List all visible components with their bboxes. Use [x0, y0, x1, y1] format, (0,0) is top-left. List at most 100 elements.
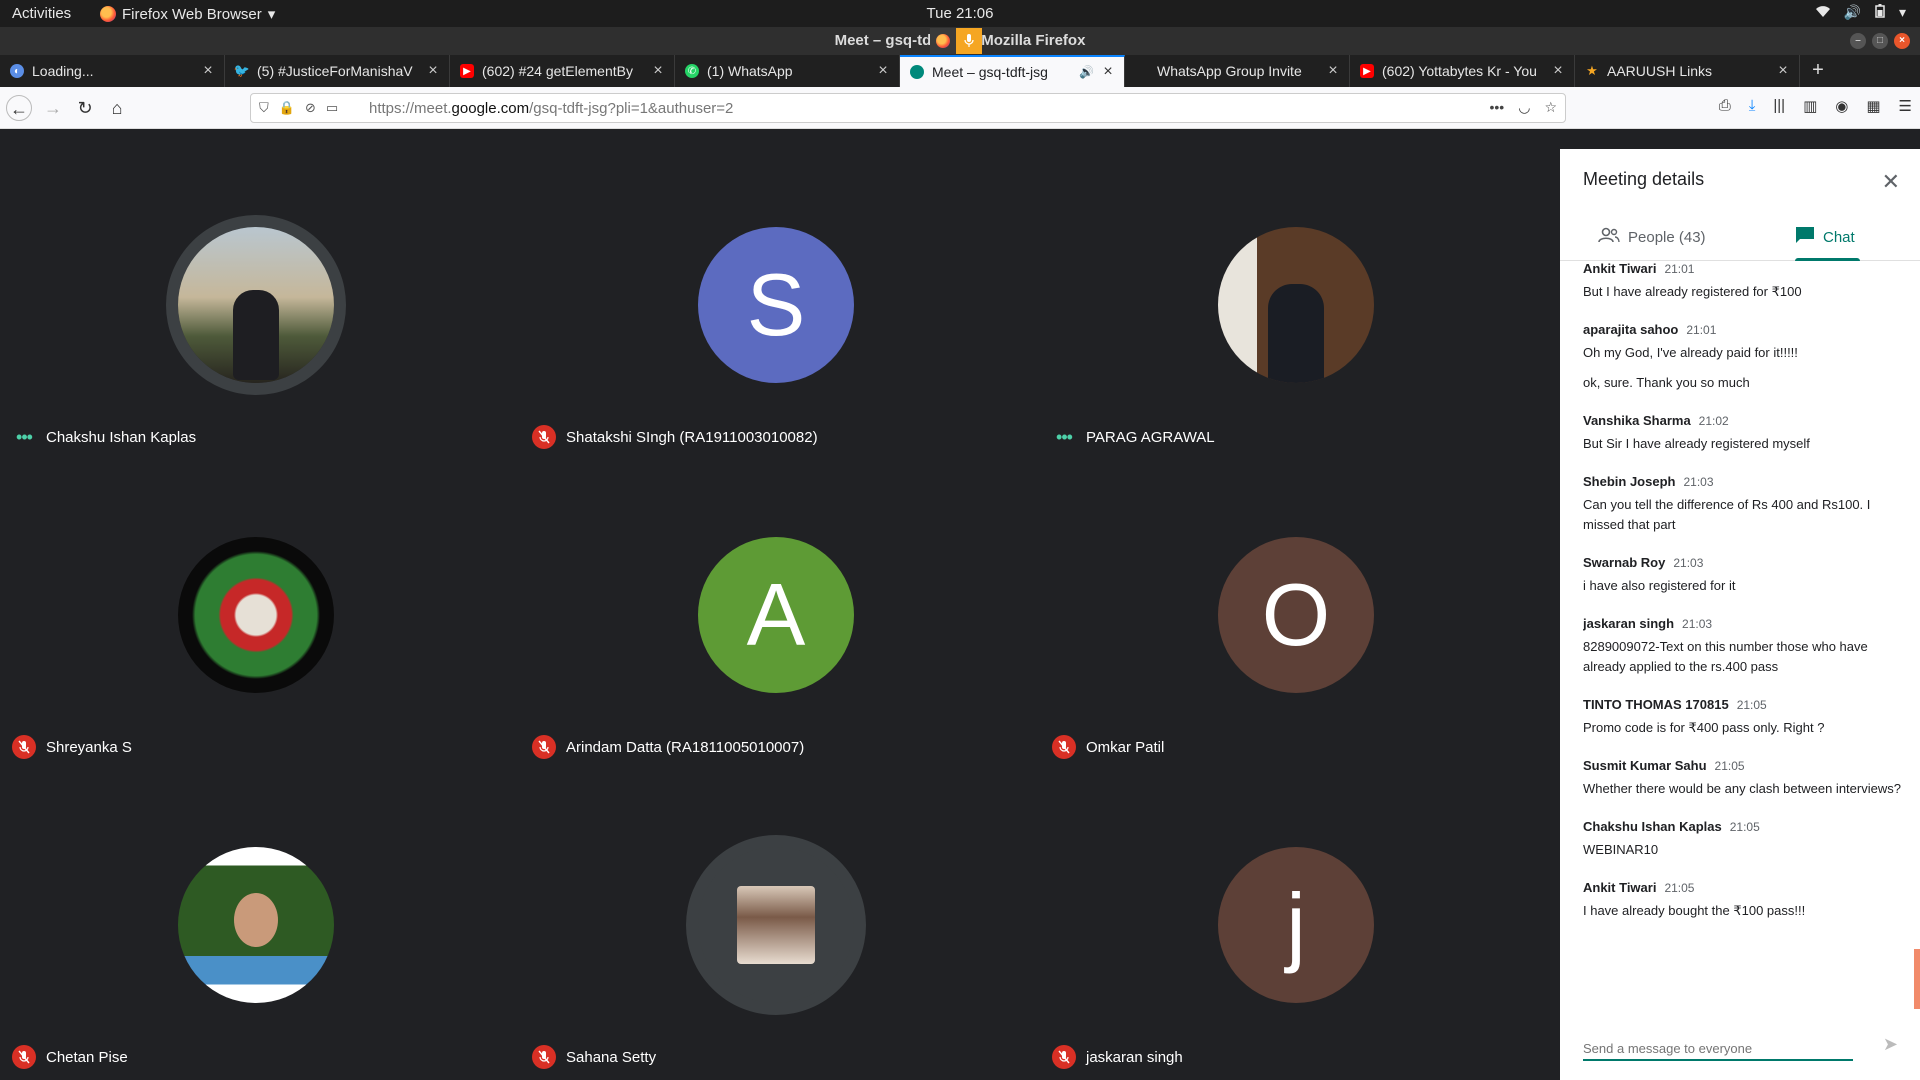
close-tab-icon[interactable]: × — [648, 62, 668, 80]
message-text: I have already bought the ₹100 pass!!! — [1583, 903, 1806, 918]
send-icon[interactable]: ➤ — [1883, 1034, 1898, 1055]
url-suffix: /gsq-tdft-jsg?pli=1&authuser=2 — [529, 100, 734, 117]
maximize-icon[interactable]: □ — [1872, 33, 1888, 49]
home-icon[interactable]: ⌂ — [104, 95, 130, 121]
pocket-icon[interactable]: ◡ — [1518, 99, 1530, 116]
chat-input[interactable] — [1583, 1033, 1853, 1056]
library-icon[interactable]: ||| — [1773, 97, 1785, 115]
url-text[interactable]: https://meet.google.com/gsq-tdft-jsg?pli… — [369, 100, 733, 117]
firefox-icon — [100, 6, 116, 22]
message-time: 21:05 — [1736, 698, 1767, 712]
participant-name: PARAG AGRAWAL — [1086, 428, 1215, 446]
speaker-icon[interactable]: 🔊 — [1079, 65, 1094, 79]
tab-whatsapp-invite[interactable]: WhatsApp Group Invite × — [1125, 55, 1350, 87]
tab-label: WhatsApp Group Invite — [1157, 63, 1302, 79]
clock[interactable]: Tue 21:06 — [0, 5, 1920, 22]
participant-tile[interactable]: ••• Chakshu Ishan Kaplas — [0, 149, 520, 459]
tab-aaruush[interactable]: ★ AARUUSH Links × — [1575, 55, 1800, 87]
bookmark-star-icon[interactable]: ☆ — [1544, 99, 1557, 116]
tab-people-label: People (43) — [1628, 228, 1706, 246]
close-icon[interactable]: ✕ — [1882, 169, 1900, 195]
participant-tile[interactable]: S Shatakshi SIngh (RA1911003010082) — [520, 149, 1040, 459]
tab-twitter[interactable]: 🐦 (5) #JusticeForManishaV × — [225, 55, 450, 87]
minimize-icon[interactable]: – — [1850, 33, 1866, 49]
participant-tile[interactable]: Shreyanka S — [0, 459, 520, 769]
participant-nameplate: Arindam Datta (RA1811005010007) — [532, 735, 804, 759]
sidebar-icon[interactable]: ▥ — [1803, 97, 1817, 115]
tab-people[interactable]: People (43) — [1598, 213, 1748, 261]
activities-button[interactable]: Activities — [12, 5, 71, 22]
tab-youtube-1[interactable]: ▶ (602) #24 getElementBy × — [450, 55, 675, 87]
panel-tabs: People (43) Chat — [1560, 213, 1920, 261]
message-text: But I have already registered for ₹100 — [1583, 284, 1802, 299]
sharing-indicator[interactable] — [930, 28, 982, 54]
participant-avatar: j — [1218, 847, 1374, 1003]
mic-off-icon — [532, 425, 556, 449]
participant-tile[interactable]: ••• PARAG AGRAWAL — [1040, 149, 1560, 459]
participant-name: Omkar Patil — [1086, 738, 1165, 756]
message-sender: Shebin Joseph — [1583, 474, 1676, 489]
speaking-indicator-icon: ••• — [16, 426, 33, 447]
message-sender: Vanshika Sharma — [1583, 413, 1691, 428]
permissions-icon[interactable]: ▭ — [326, 100, 338, 116]
app-menu-label: Firefox Web Browser — [122, 5, 262, 23]
mic-off-icon — [1052, 1045, 1076, 1069]
participant-name: Shreyanka S — [46, 738, 132, 756]
person-silhouette — [1268, 284, 1324, 383]
extensions-icon[interactable]: ▦ — [1866, 97, 1880, 115]
tab-chat[interactable]: Chat — [1795, 213, 1860, 261]
participant-tile[interactable]: Chetan Pise — [0, 769, 520, 1079]
new-tab-button[interactable]: + — [1800, 55, 1836, 87]
close-tab-icon[interactable]: × — [1323, 62, 1343, 80]
close-tab-icon[interactable]: × — [873, 62, 893, 80]
participant-avatar — [698, 847, 854, 1003]
window-titlebar: Meet – gsq-tdft-jsg - Mozilla Firefox – … — [0, 27, 1920, 55]
page-actions-icon[interactable]: ••• — [1490, 99, 1505, 116]
forward-icon[interactable]: → — [40, 95, 66, 121]
download-icon[interactable]: ⤓ — [1749, 97, 1756, 115]
participant-tile[interactable]: Sahana Setty — [520, 769, 1040, 1079]
close-tab-icon[interactable]: × — [198, 62, 218, 80]
tab-label: (5) #JusticeForManishaV — [257, 63, 413, 79]
close-window-icon[interactable]: × — [1894, 33, 1910, 49]
participant-tile[interactable]: O Omkar Patil — [1040, 459, 1560, 769]
hamburger-menu-icon[interactable]: ☰ — [1899, 97, 1912, 115]
reload-icon[interactable]: ↻ — [72, 95, 98, 121]
camera-blocked-icon[interactable]: ⊘ — [305, 100, 316, 116]
message-time: 21:05 — [1664, 881, 1695, 895]
app-menu[interactable]: Firefox Web Browser ▾ — [100, 5, 275, 23]
tab-whatsapp[interactable]: ✆ (1) WhatsApp × — [675, 55, 900, 87]
close-tab-icon[interactable]: × — [1548, 62, 1568, 80]
shield-icon[interactable]: ⛉ — [259, 100, 269, 116]
chat-messages[interactable]: Ankit Tiwari 21:01 But I have already reg… — [1583, 261, 1903, 1001]
message-sender: TINTO THOMAS 170815 — [1583, 697, 1729, 712]
speaking-indicator-icon: ••• — [1056, 426, 1073, 447]
participant-nameplate: ••• Chakshu Ishan Kaplas — [12, 425, 196, 449]
screenshot-icon[interactable]: ⎙ — [1719, 97, 1731, 115]
back-icon[interactable]: ← — [6, 95, 32, 121]
participant-tile[interactable]: j jaskaran singh — [1040, 769, 1560, 1079]
chat-icon — [1795, 226, 1815, 248]
participant-name: Chetan Pise — [46, 1048, 128, 1066]
url-domain: google.com — [451, 100, 530, 117]
participant-tile[interactable]: A Arindam Datta (RA1811005010007) — [520, 459, 1040, 769]
system-tray[interactable]: 🔊 ▾ — [1815, 4, 1906, 21]
account-icon[interactable]: ◉ — [1835, 97, 1848, 115]
chat-scrollbar[interactable] — [1914, 949, 1920, 1009]
chat-message: Vanshika Sharma 21:02 But Sir I have alre… — [1583, 413, 1903, 454]
tab-youtube-2[interactable]: ▶ (602) Yottabytes Kr - You × — [1350, 55, 1575, 87]
avatar-initial: A — [746, 565, 806, 664]
message-time: 21:03 — [1683, 475, 1714, 489]
system-menu-chevron-icon: ▾ — [1898, 4, 1906, 20]
close-tab-icon[interactable]: × — [1773, 62, 1793, 80]
lock-icon[interactable]: 🔒 — [279, 100, 295, 116]
tab-meet[interactable]: Meet – gsq-tdft-jsg 🔊 × — [900, 55, 1125, 87]
address-bar[interactable]: ⛉ 🔒 ⊘ ▭ https://meet.google.com/gsq-tdft… — [250, 93, 1566, 123]
tab-loading[interactable]: ◐ Loading... × — [0, 55, 225, 87]
close-tab-icon[interactable]: × — [1098, 63, 1118, 81]
blank-page-icon — [1135, 64, 1149, 78]
close-tab-icon[interactable]: × — [423, 62, 443, 80]
avatar-initial: S — [746, 255, 806, 354]
participant-name: Arindam Datta (RA1811005010007) — [566, 738, 805, 756]
message-time: 21:05 — [1714, 759, 1745, 773]
